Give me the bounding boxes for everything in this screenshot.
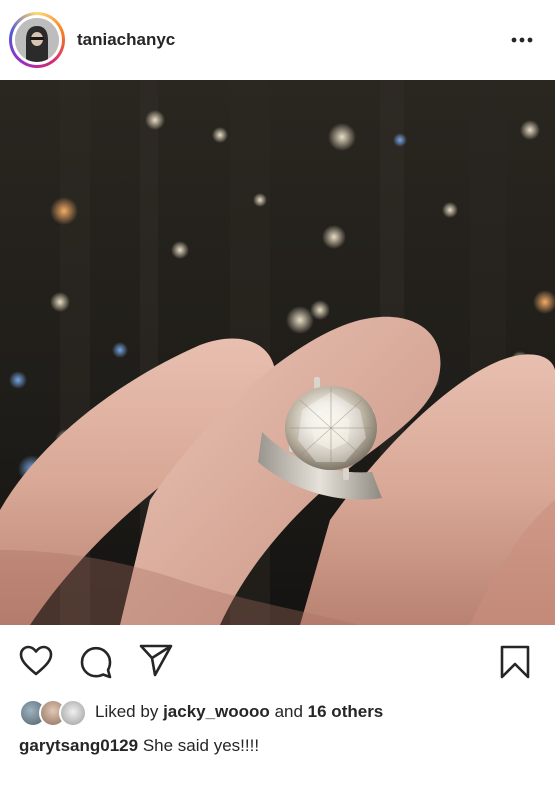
post-header: taniachanyc: [0, 0, 555, 80]
likes-summary: Liked by jacky_woooo and 16 others: [19, 697, 383, 727]
post-photo[interactable]: [0, 80, 555, 625]
avatar: [15, 18, 59, 62]
post-username[interactable]: taniachanyc: [77, 30, 175, 50]
avatar-image: [15, 18, 59, 62]
likes-prefix: Liked by: [95, 702, 159, 721]
ring-photo: [0, 80, 555, 625]
bookmark-icon: [500, 645, 530, 679]
liker-avatar: [59, 699, 87, 727]
save-button[interactable]: [499, 644, 531, 685]
action-bar: [0, 625, 555, 695]
post-caption: garytsang0129 She said yes!!!!: [19, 736, 259, 756]
liker-username[interactable]: jacky_woooo: [163, 702, 270, 722]
more-horizontal-icon: [511, 37, 533, 43]
likes-conjunction: and: [274, 702, 303, 721]
comment-icon: [80, 646, 112, 679]
caption-text: She said yes!!!!: [142, 736, 260, 755]
paper-plane-icon: [139, 644, 173, 677]
instagram-post: taniachanyc Liked by jacky_woooo and 16 …: [0, 0, 555, 786]
share-button[interactable]: [138, 643, 174, 682]
heart-icon: [19, 645, 53, 676]
like-button[interactable]: [19, 645, 53, 682]
more-options-button[interactable]: [511, 37, 533, 43]
caption-author[interactable]: garytsang0129: [19, 736, 138, 755]
comment-button[interactable]: [79, 645, 113, 684]
liker-avatars[interactable]: [19, 699, 87, 727]
likes-others-link[interactable]: 16 others: [308, 702, 384, 722]
profile-avatar-ring[interactable]: [9, 12, 65, 68]
